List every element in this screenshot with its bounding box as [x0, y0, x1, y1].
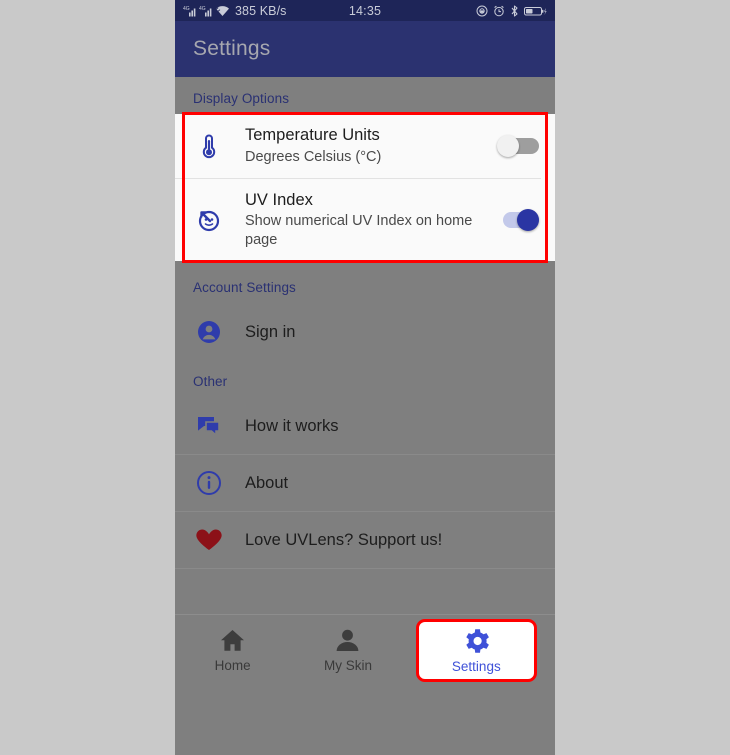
nav-label: Home [214, 657, 251, 673]
app-bar: Settings [175, 21, 555, 77]
nav-item-home[interactable]: Home [175, 615, 290, 685]
account-circle-icon [189, 319, 229, 345]
setting-title: Love UVLens? Support us! [245, 530, 443, 549]
signal-icon-sim1: 4G [183, 5, 196, 17]
setting-row-how-it-works[interactable]: How it works [175, 398, 555, 454]
forum-icon [189, 414, 229, 438]
nav-label: Settings [451, 658, 501, 674]
setting-row-support-us[interactable]: Love UVLens? Support us! [175, 512, 555, 568]
nav-item-settings[interactable]: Settings [415, 619, 537, 682]
toggle-knob [497, 135, 519, 157]
setting-title: How it works [245, 416, 339, 435]
setting-texts-about: About [245, 473, 541, 494]
bluetooth-icon [510, 4, 519, 17]
setting-row-uv-index[interactable]: UV Index Show numerical UV Index on home… [175, 179, 555, 261]
phone-viewport: 4G 4G 385 KB/s 14:35 Settings Display Op… [175, 0, 555, 755]
settings-list: Display Options Temperature Units Degree… [175, 77, 555, 685]
setting-title: Sign in [245, 322, 296, 341]
status-bar-left: 4G 4G 385 KB/s [183, 4, 287, 18]
status-bar: 4G 4G 385 KB/s 14:35 [175, 0, 555, 21]
info-icon [189, 470, 229, 496]
thermometer-icon [189, 133, 229, 159]
setting-texts-uv-index: UV Index Show numerical UV Index on home… [245, 190, 497, 250]
setting-subtitle: Show numerical UV Index on home page [245, 213, 473, 249]
setting-texts-temperature-units: Temperature Units Degrees Celsius (°C) [245, 125, 497, 166]
setting-texts-support-us: Love UVLens? Support us! [245, 530, 541, 551]
battery-charging-icon [524, 5, 547, 17]
toggle-knob [517, 209, 539, 231]
setting-texts-sign-in: Sign in [245, 322, 541, 343]
signal-icon-sim2: 4G [199, 5, 212, 17]
temperature-units-toggle[interactable] [497, 135, 539, 157]
display-options-card: Temperature Units Degrees Celsius (°C) U… [175, 114, 555, 261]
setting-texts-how-it-works: How it works [245, 416, 541, 437]
svg-text:4G: 4G [183, 6, 190, 12]
nav-label: My Skin [323, 657, 372, 673]
do-not-disturb-icon [476, 5, 488, 17]
setting-subtitle: Degrees Celsius (°C) [245, 148, 382, 165]
row-divider [175, 568, 555, 569]
gear-icon [463, 628, 490, 654]
nav-item-my-skin[interactable]: My Skin [290, 615, 405, 685]
setting-row-about[interactable]: About [175, 455, 555, 511]
network-speed-label: 385 KB/s [235, 3, 287, 18]
page-title: Settings [193, 37, 271, 60]
section-header-display-options: Display Options [193, 91, 290, 106]
setting-title: UV Index [245, 190, 313, 209]
bottom-navigation-bar: Home My Skin Settings [175, 614, 555, 685]
setting-row-temperature-units[interactable]: Temperature Units Degrees Celsius (°C) [175, 114, 555, 178]
wifi-icon [215, 5, 230, 17]
svg-text:4G: 4G [199, 6, 206, 12]
setting-row-sign-in[interactable]: Sign in [175, 304, 555, 360]
section-header-other: Other [193, 374, 228, 389]
home-icon [219, 628, 246, 653]
uv-index-icon [189, 208, 229, 232]
status-bar-right [476, 4, 547, 17]
section-header-account-settings: Account Settings [193, 280, 296, 295]
uv-index-toggle[interactable] [497, 209, 539, 231]
setting-title: About [245, 473, 289, 492]
alarm-icon [493, 5, 505, 17]
heart-icon [189, 527, 229, 553]
person-icon [334, 628, 361, 653]
setting-title: Temperature Units [245, 126, 380, 145]
